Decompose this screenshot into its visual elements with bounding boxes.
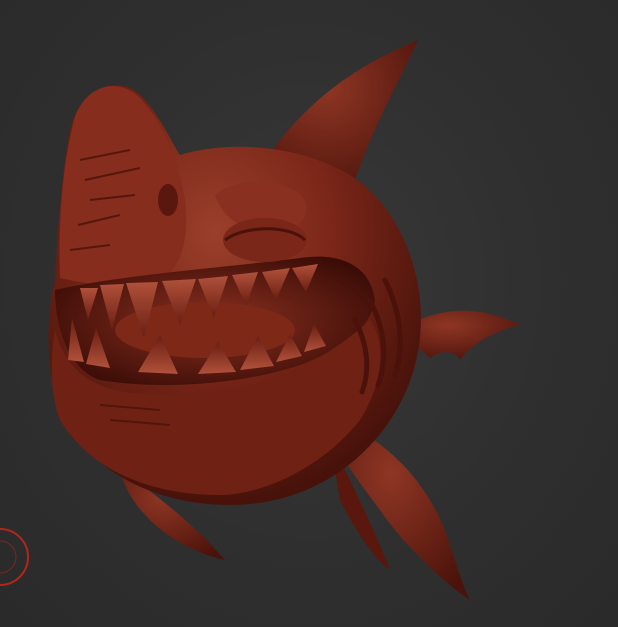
viewport-canvas[interactable] — [0, 0, 618, 627]
sculpt-render — [48, 40, 520, 600]
rotation-gizmo-icon[interactable] — [0, 520, 40, 590]
shark-eye — [223, 218, 307, 262]
nostril — [158, 184, 178, 216]
